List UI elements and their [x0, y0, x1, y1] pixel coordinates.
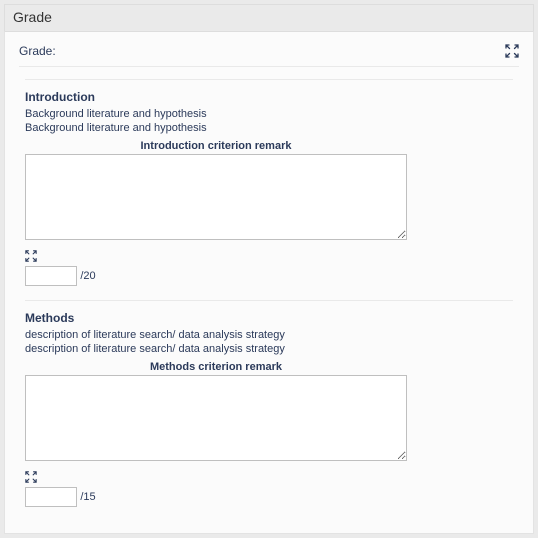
criterion-description: description of literature search/ data a… [25, 329, 513, 341]
panel-header: Grade: [19, 44, 519, 67]
criterion-title: Introduction [25, 90, 513, 104]
expand-icon[interactable] [505, 44, 519, 58]
score-input[interactable] [25, 266, 77, 286]
criterion-section-methods: Methods description of literature search… [25, 300, 513, 521]
score-max: /20 [80, 270, 95, 282]
grade-panel: Grade: Introduction Background literatur… [4, 31, 534, 534]
score-input[interactable] [25, 487, 77, 507]
criterion-description: description of literature search/ data a… [25, 343, 513, 355]
score-max: /15 [80, 491, 95, 503]
criterion-description: Background literature and hypothesis [25, 108, 513, 120]
score-row: /20 [25, 250, 513, 286]
remark-label: Methods criterion remark [25, 361, 407, 373]
page-title: Grade [4, 4, 534, 31]
grade-label: Grade: [19, 44, 56, 58]
remark-label: Introduction criterion remark [25, 140, 407, 152]
expand-icon[interactable] [25, 250, 37, 262]
remark-textarea[interactable] [25, 375, 407, 461]
remark-textarea[interactable] [25, 154, 407, 240]
criterion-title: Methods [25, 311, 513, 325]
expand-icon[interactable] [25, 471, 37, 483]
grade-container: Grade Grade: Introduction Background lit… [0, 0, 538, 538]
score-row: /15 [25, 471, 513, 507]
criterion-section-introduction: Introduction Background literature and h… [25, 79, 513, 300]
criterion-description: Background literature and hypothesis [25, 122, 513, 134]
